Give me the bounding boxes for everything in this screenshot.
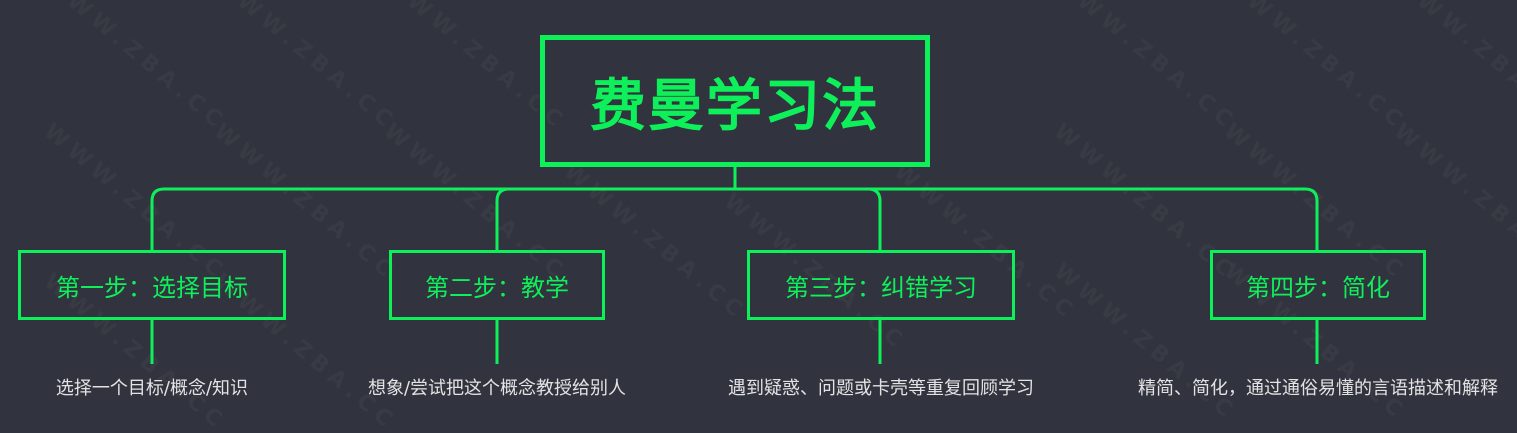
- step-node-4: 第四步：简化: [1210, 250, 1426, 320]
- watermark-text: WWW.ZBA.CC: [39, 0, 231, 136]
- step-node-3: 第三步：纠错学习: [747, 250, 1015, 320]
- branch-bar: [150, 187, 1319, 250]
- root-node-title: 费曼学习法: [540, 35, 930, 167]
- step-node-1: 第一步：选择目标: [18, 250, 286, 320]
- branch-drop-3: [867, 187, 882, 250]
- step-description-4: 精简、简化，通过通俗易懂的言语描述和解释: [1138, 378, 1498, 399]
- step-description-2: 想象/尝试把这个概念教授给别人: [367, 378, 627, 399]
- watermark-text: WWW.ZBA.CC: [209, 0, 401, 136]
- step-description-3: 遇到疑惑、问题或卡壳等重复回顾学习: [728, 378, 1034, 399]
- watermark-text: WWW.ZBA.CC: [1049, 0, 1241, 136]
- step-node-2: 第二步：教学: [389, 250, 605, 320]
- watermark-text: WWW.ZBA.CC: [1219, 0, 1411, 136]
- branch-drop-2: [495, 187, 510, 250]
- watermark-text: WWW.ZBA.CC: [1389, 0, 1517, 136]
- mind-map-diagram: WWW.ZBA.CCWWW.ZBA.CCWWW.ZBA.CCWWW.ZBA.CC…: [0, 0, 1517, 433]
